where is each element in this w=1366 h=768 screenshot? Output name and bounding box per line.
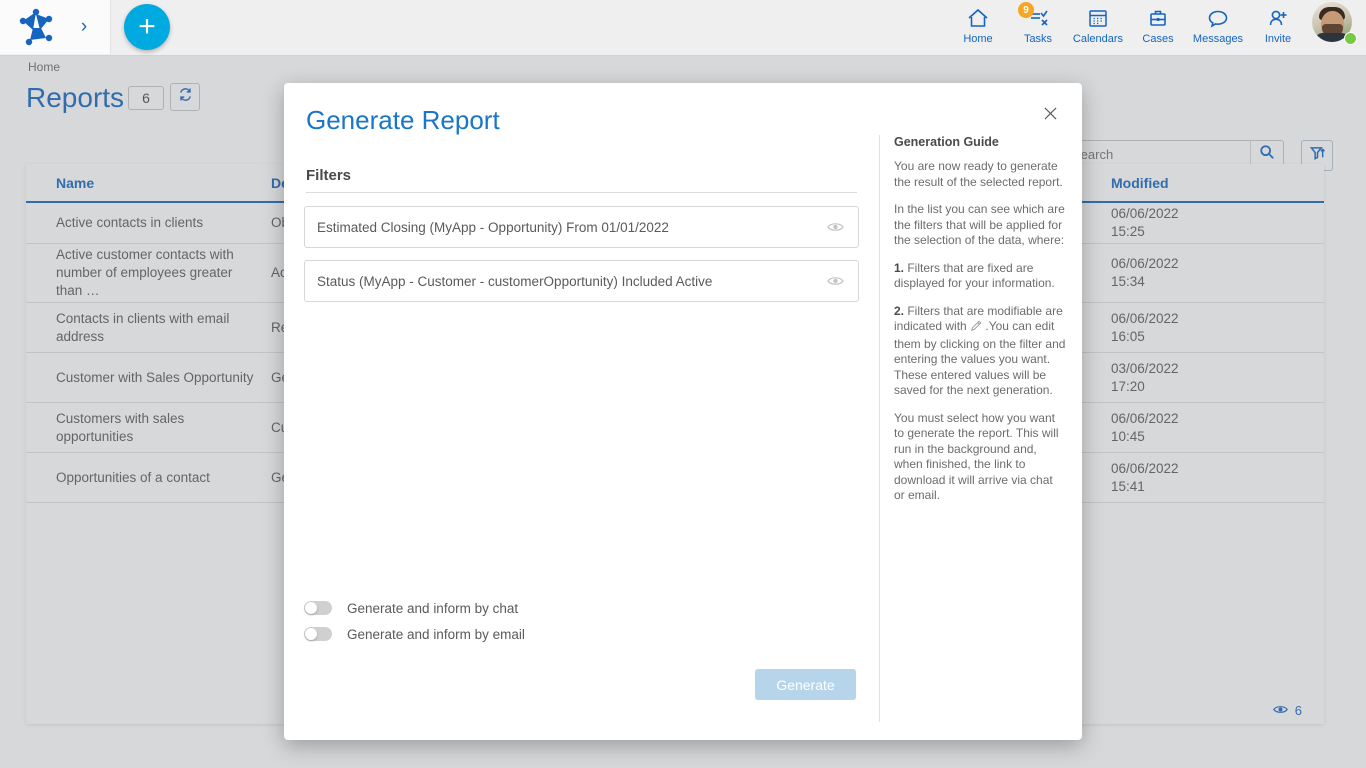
filters-divider [306,192,857,193]
dialog-title: Generate Report [306,105,500,136]
guide-paragraph-5: You must select how you want to generate… [894,411,1066,504]
filters-list: Estimated Closing (MyApp - Opportunity) … [304,206,859,314]
guide-paragraph-2: In the list you can see which are the fi… [894,202,1066,249]
nav-item-cases[interactable]: Cases [1128,0,1188,56]
app-root: › + Home 9 [0,0,1366,768]
status-badge [1344,32,1357,45]
chevron-right-icon[interactable]: › [72,14,96,40]
toggle-knob [305,602,317,614]
toggle-knob [305,628,317,640]
generation-guide-panel: Generation Guide You are now ready to ge… [879,135,1082,722]
toggle-label-email: Generate and inform by email [347,627,525,642]
toggle-row-chat: Generate and inform by chat [304,596,525,620]
output-options: Generate and inform by chat Generate and… [304,596,525,648]
person-add-icon [1266,6,1290,30]
calendar-icon [1086,6,1110,30]
nav-items: Home 9 Tasks [948,0,1358,54]
add-button[interactable]: + [124,4,170,50]
logo-zone: › [0,0,111,54]
chat-icon [1206,6,1230,30]
nav-item-calendars[interactable]: Calendars [1068,0,1128,56]
nav-item-invite[interactable]: Invite [1248,0,1308,56]
nav-item-tasks[interactable]: 9 Tasks [1008,0,1068,56]
guide-item-1-number: 1. [894,261,904,275]
guide-item-1-text: Filters that are fixed are displayed for… [894,261,1055,291]
nav-label-home: Home [963,33,992,45]
dialog-left-pane: Filters Estimated Closing (MyApp - Oppor… [284,161,878,740]
filter-label: Status (MyApp - Customer - customerOppor… [305,274,712,289]
tasks-badge: 9 [1018,2,1034,18]
nav-label-tasks: Tasks [1024,33,1052,45]
filter-label: Estimated Closing (MyApp - Opportunity) … [305,220,669,235]
nav-label-calendars: Calendars [1073,33,1123,45]
plus-icon: + [138,12,156,42]
nav-item-messages[interactable]: Messages [1188,0,1248,56]
guide-paragraph-1: You are now ready to generate the result… [894,159,1066,190]
nav-item-home[interactable]: Home [948,0,1008,56]
top-navigation-bar: › + Home 9 [0,0,1366,56]
brand-logo-icon[interactable] [16,8,56,46]
close-button[interactable] [1038,101,1062,125]
toggle-label-chat: Generate and inform by chat [347,601,518,616]
toggle-row-email: Generate and inform by email [304,622,525,646]
home-icon [966,6,990,30]
generate-report-dialog: Generate Report Filters Estimated Closin… [284,83,1082,740]
generate-button[interactable]: Generate [755,669,856,700]
guide-paragraph-3: 1. Filters that are fixed are displayed … [894,261,1066,292]
toggle-generate-by-email[interactable] [304,627,332,641]
eye-icon[interactable] [827,221,844,233]
guide-paragraph-4: 2. Filters that are modifiable are indic… [894,304,1066,399]
eye-icon[interactable] [827,275,844,287]
guide-item-2-number: 2. [894,304,904,318]
guide-title: Generation Guide [894,135,1082,149]
filters-section-label: Filters [306,167,351,184]
nav-label-messages: Messages [1193,33,1243,45]
avatar[interactable] [1312,0,1358,52]
briefcase-icon [1146,6,1170,30]
toggle-generate-by-chat[interactable] [304,601,332,615]
nav-label-invite: Invite [1265,33,1291,45]
filter-row-estimated-closing[interactable]: Estimated Closing (MyApp - Opportunity) … [304,206,859,248]
pencil-icon [970,320,982,337]
nav-label-cases: Cases [1142,33,1173,45]
filter-row-status[interactable]: Status (MyApp - Customer - customerOppor… [304,260,859,302]
